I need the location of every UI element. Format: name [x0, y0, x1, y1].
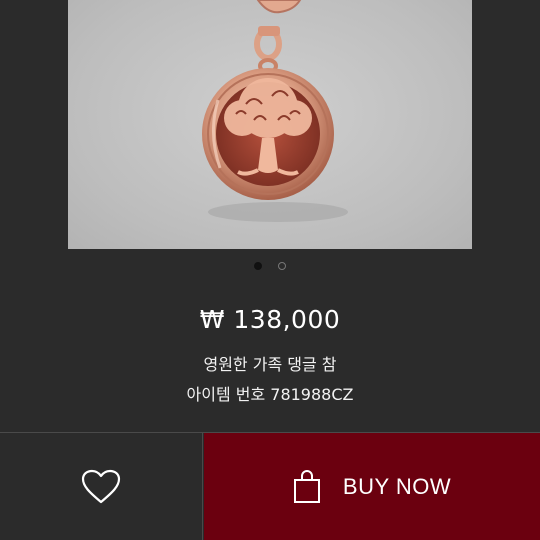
product-price: ₩ 138,000: [199, 305, 341, 334]
rose-gold-tree-charm-image: [202, 0, 348, 222]
carousel-dot-2[interactable]: [278, 262, 286, 270]
carousel-indicator: [0, 262, 540, 272]
product-info: ₩ 138,000 영원한 가족 댕글 참 아이템 번호 781988CZ: [0, 300, 540, 408]
wishlist-button[interactable]: [0, 433, 203, 540]
shopping-bag-icon: [293, 469, 320, 503]
buy-now-label: BUY NOW: [342, 473, 452, 499]
product-gallery[interactable]: [0, 0, 540, 282]
action-bar: BUY NOW: [0, 432, 540, 540]
heart-icon: [81, 469, 121, 503]
product-image[interactable]: [68, 0, 472, 249]
product-name: 영원한 가족 댕글 참: [203, 355, 337, 374]
product-item-number: 아이템 번호 781988CZ: [186, 385, 354, 404]
buy-now-button[interactable]: BUY NOW: [204, 433, 540, 540]
carousel-dot-1[interactable]: [254, 262, 262, 270]
